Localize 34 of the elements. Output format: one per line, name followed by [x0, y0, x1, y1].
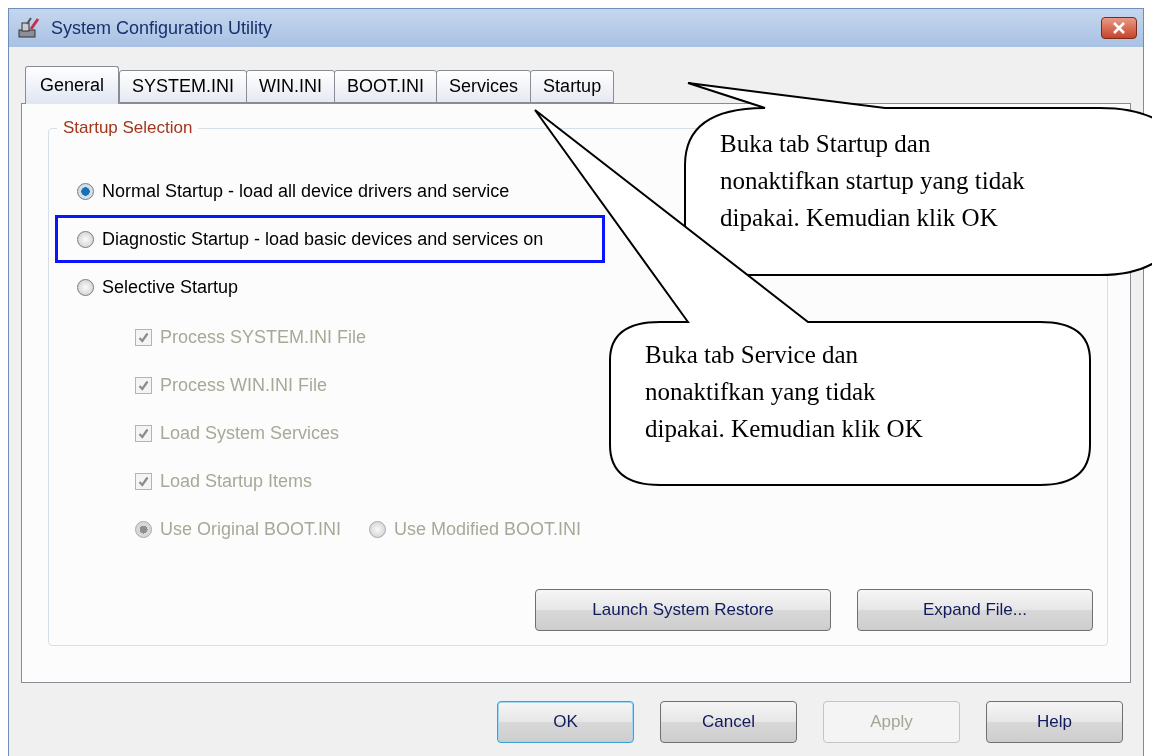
checkmark-icon — [138, 427, 149, 439]
radio-button[interactable] — [77, 182, 94, 200]
callout-text: Buka tab Startup dan nonaktifkan startup yang tidak dipakai. Kemudian klik OK — [720, 129, 1025, 233]
radio-label: Selective Startup — [102, 276, 239, 298]
radio-label: Use Original BOOT.INI — [160, 518, 342, 540]
panel-button[interactable]: Launch System Restore — [535, 589, 831, 631]
radio-label: Normal Startup - load all device drivers and service — [102, 180, 510, 202]
computer-tools-icon — [17, 16, 41, 40]
checkbox-label: Load Startup Items — [160, 470, 313, 492]
dialog-button[interactable]: OK — [497, 701, 634, 743]
tab[interactable]: Startup — [530, 70, 615, 103]
tab[interactable]: WIN.INI — [246, 70, 336, 103]
window-title: System Configuration Utility — [51, 17, 274, 39]
panel-button[interactable]: Expand File... — [857, 589, 1093, 631]
dialog-button[interactable]: Cancel — [660, 701, 797, 743]
tab[interactable]: General — [25, 66, 120, 104]
checkbox-label: Process WIN.INI File — [160, 374, 328, 396]
tab[interactable]: SYSTEM.INI — [119, 70, 248, 103]
group-title: Startup Selection — [57, 118, 199, 138]
radio-label: Use Modified BOOT.INI — [394, 518, 582, 540]
tab[interactable]: BOOT.INI — [334, 70, 438, 103]
radio-label: Diagnostic Startup - load basic devices and services on — [102, 228, 544, 250]
dialog-button[interactable]: Help — [986, 701, 1123, 743]
checkmark-icon — [138, 475, 149, 487]
radio-button[interactable] — [77, 230, 94, 248]
close-button[interactable] — [1101, 17, 1137, 39]
tab[interactable]: Services — [436, 70, 532, 103]
checkbox-label: Load System Services — [160, 422, 340, 444]
callout-text: Buka tab Service dan nonaktifkan yang tidak dipakai. Kemudian klik OK — [645, 340, 923, 444]
checkmark-icon — [138, 379, 149, 391]
radio-button[interactable] — [77, 278, 94, 296]
checkbox-label: Process SYSTEM.INI File — [160, 326, 367, 348]
close-icon — [1112, 22, 1126, 34]
checkmark-icon — [138, 331, 149, 343]
